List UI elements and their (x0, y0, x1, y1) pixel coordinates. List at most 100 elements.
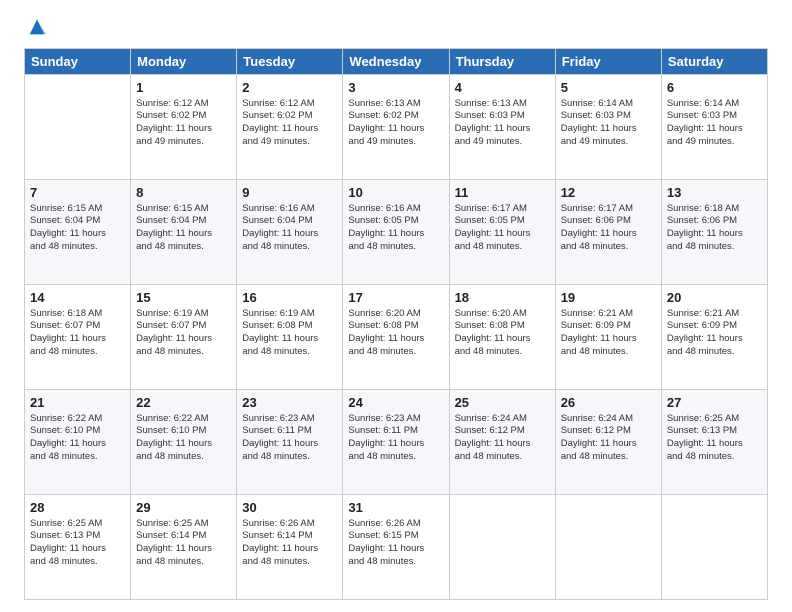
calendar-cell: 28Sunrise: 6:25 AMSunset: 6:13 PMDayligh… (25, 495, 131, 600)
day-info-line: Sunset: 6:09 PM (561, 320, 656, 333)
day-info-line: Sunset: 6:02 PM (348, 110, 443, 123)
day-info-line: Sunset: 6:07 PM (30, 320, 125, 333)
day-number: 27 (667, 394, 762, 412)
day-info-line: Daylight: 11 hours (455, 228, 550, 241)
day-info-line: Sunrise: 6:18 AM (30, 308, 125, 321)
week-row-3: 14Sunrise: 6:18 AMSunset: 6:07 PMDayligh… (25, 285, 768, 390)
day-info-line: Sunset: 6:07 PM (136, 320, 231, 333)
calendar-cell: 17Sunrise: 6:20 AMSunset: 6:08 PMDayligh… (343, 285, 449, 390)
day-info-line: Daylight: 11 hours (242, 543, 337, 556)
calendar-cell: 26Sunrise: 6:24 AMSunset: 6:12 PMDayligh… (555, 390, 661, 495)
calendar-cell: 22Sunrise: 6:22 AMSunset: 6:10 PMDayligh… (131, 390, 237, 495)
day-info-line: Sunrise: 6:25 AM (30, 518, 125, 531)
day-info-line: Daylight: 11 hours (561, 333, 656, 346)
calendar-cell: 14Sunrise: 6:18 AMSunset: 6:07 PMDayligh… (25, 285, 131, 390)
calendar-cell: 15Sunrise: 6:19 AMSunset: 6:07 PMDayligh… (131, 285, 237, 390)
calendar-cell: 3Sunrise: 6:13 AMSunset: 6:02 PMDaylight… (343, 75, 449, 180)
calendar-cell: 31Sunrise: 6:26 AMSunset: 6:15 PMDayligh… (343, 495, 449, 600)
calendar-cell: 10Sunrise: 6:16 AMSunset: 6:05 PMDayligh… (343, 180, 449, 285)
day-info-line: Daylight: 11 hours (242, 228, 337, 241)
day-number: 25 (455, 394, 550, 412)
day-info-line: Sunset: 6:14 PM (136, 530, 231, 543)
day-info-line: and 48 minutes. (561, 241, 656, 254)
calendar-cell: 9Sunrise: 6:16 AMSunset: 6:04 PMDaylight… (237, 180, 343, 285)
calendar-cell: 27Sunrise: 6:25 AMSunset: 6:13 PMDayligh… (661, 390, 767, 495)
day-info-line: Sunrise: 6:24 AM (561, 413, 656, 426)
day-info-line: and 48 minutes. (561, 451, 656, 464)
day-info-line: Sunrise: 6:16 AM (242, 203, 337, 216)
day-info-line: and 48 minutes. (667, 241, 762, 254)
weekday-header-tuesday: Tuesday (237, 49, 343, 75)
day-info-line: and 49 minutes. (348, 136, 443, 149)
weekday-header-friday: Friday (555, 49, 661, 75)
weekday-header-row: SundayMondayTuesdayWednesdayThursdayFrid… (25, 49, 768, 75)
day-info-line: Daylight: 11 hours (455, 438, 550, 451)
day-info-line: Sunrise: 6:21 AM (667, 308, 762, 321)
calendar-cell: 19Sunrise: 6:21 AMSunset: 6:09 PMDayligh… (555, 285, 661, 390)
day-info-line: and 48 minutes. (455, 451, 550, 464)
page: SundayMondayTuesdayWednesdayThursdayFrid… (0, 0, 792, 612)
day-info-line: Sunrise: 6:19 AM (242, 308, 337, 321)
day-number: 22 (136, 394, 231, 412)
day-number: 10 (348, 184, 443, 202)
calendar-cell: 4Sunrise: 6:13 AMSunset: 6:03 PMDaylight… (449, 75, 555, 180)
day-info-line: Sunset: 6:04 PM (242, 215, 337, 228)
day-info-line: and 48 minutes. (136, 241, 231, 254)
calendar-cell: 8Sunrise: 6:15 AMSunset: 6:04 PMDaylight… (131, 180, 237, 285)
day-number: 12 (561, 184, 656, 202)
calendar-cell: 29Sunrise: 6:25 AMSunset: 6:14 PMDayligh… (131, 495, 237, 600)
day-info-line: Sunrise: 6:23 AM (242, 413, 337, 426)
day-info-line: Daylight: 11 hours (30, 438, 125, 451)
day-info-line: Sunset: 6:02 PM (242, 110, 337, 123)
day-info-line: Sunrise: 6:13 AM (455, 98, 550, 111)
day-info-line: Daylight: 11 hours (348, 333, 443, 346)
calendar-cell (449, 495, 555, 600)
calendar-cell: 13Sunrise: 6:18 AMSunset: 6:06 PMDayligh… (661, 180, 767, 285)
day-info-line: Sunrise: 6:22 AM (136, 413, 231, 426)
day-info-line: and 48 minutes. (455, 346, 550, 359)
day-info-line: Daylight: 11 hours (30, 333, 125, 346)
day-info-line: Sunrise: 6:21 AM (561, 308, 656, 321)
day-info-line: Sunrise: 6:13 AM (348, 98, 443, 111)
day-info-line: Sunrise: 6:16 AM (348, 203, 443, 216)
day-number: 13 (667, 184, 762, 202)
day-info-line: Daylight: 11 hours (242, 438, 337, 451)
day-number: 26 (561, 394, 656, 412)
calendar-cell: 23Sunrise: 6:23 AMSunset: 6:11 PMDayligh… (237, 390, 343, 495)
calendar-cell: 5Sunrise: 6:14 AMSunset: 6:03 PMDaylight… (555, 75, 661, 180)
day-info-line: Sunset: 6:11 PM (242, 425, 337, 438)
calendar-cell: 21Sunrise: 6:22 AMSunset: 6:10 PMDayligh… (25, 390, 131, 495)
day-info-line: Sunset: 6:06 PM (561, 215, 656, 228)
day-info-line: and 48 minutes. (136, 346, 231, 359)
calendar-table: SundayMondayTuesdayWednesdayThursdayFrid… (24, 48, 768, 600)
day-number: 6 (667, 79, 762, 97)
day-number: 15 (136, 289, 231, 307)
day-info-line: Sunset: 6:04 PM (136, 215, 231, 228)
day-info-line: Sunset: 6:13 PM (667, 425, 762, 438)
day-info-line: Sunset: 6:08 PM (455, 320, 550, 333)
day-info-line: and 49 minutes. (136, 136, 231, 149)
day-number: 2 (242, 79, 337, 97)
day-info-line: Daylight: 11 hours (455, 123, 550, 136)
day-number: 31 (348, 499, 443, 517)
day-info-line: Daylight: 11 hours (136, 543, 231, 556)
day-info-line: Sunrise: 6:25 AM (136, 518, 231, 531)
day-info-line: Daylight: 11 hours (348, 123, 443, 136)
calendar-cell: 7Sunrise: 6:15 AMSunset: 6:04 PMDaylight… (25, 180, 131, 285)
day-info-line: Daylight: 11 hours (561, 438, 656, 451)
day-number: 21 (30, 394, 125, 412)
day-info-line: and 48 minutes. (242, 241, 337, 254)
day-info-line: Daylight: 11 hours (30, 543, 125, 556)
day-info-line: Sunset: 6:15 PM (348, 530, 443, 543)
day-number: 1 (136, 79, 231, 97)
calendar-cell: 6Sunrise: 6:14 AMSunset: 6:03 PMDaylight… (661, 75, 767, 180)
day-info-line: Daylight: 11 hours (136, 123, 231, 136)
day-info-line: and 48 minutes. (242, 346, 337, 359)
day-info-line: and 48 minutes. (561, 346, 656, 359)
day-info-line: Daylight: 11 hours (348, 543, 443, 556)
day-info-line: Sunrise: 6:12 AM (242, 98, 337, 111)
calendar-cell: 1Sunrise: 6:12 AMSunset: 6:02 PMDaylight… (131, 75, 237, 180)
day-info-line: Sunrise: 6:15 AM (136, 203, 231, 216)
day-info-line: and 48 minutes. (30, 346, 125, 359)
day-info-line: Sunrise: 6:17 AM (561, 203, 656, 216)
